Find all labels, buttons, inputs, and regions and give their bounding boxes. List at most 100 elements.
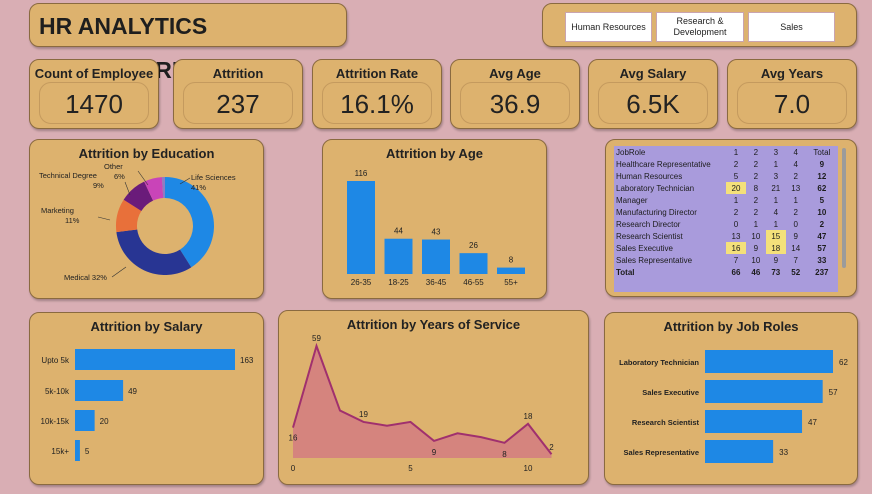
table-cell: 46: [751, 267, 761, 277]
column-header[interactable]: Total: [806, 146, 838, 158]
data-label: 33: [779, 448, 788, 457]
table-cell: 1: [793, 195, 798, 205]
salary-bar: [75, 440, 80, 461]
table-cell: 10: [751, 231, 761, 241]
slice-label: Technical Degree: [39, 171, 97, 180]
data-label: 9: [432, 448, 437, 457]
jobrole-bar: [705, 440, 774, 463]
department-slicer: Human Resources Research & Development S…: [542, 3, 857, 47]
tick-label: Laboratory Technician: [619, 358, 699, 367]
column-header[interactable]: 2: [746, 146, 766, 158]
table-cell: 9: [793, 231, 798, 241]
slicer-human-resources[interactable]: Human Resources: [565, 12, 652, 42]
data-label: 20: [100, 417, 109, 426]
jobrole-matrix: JobRole 1 2 3 4 Total Healthcare Represe…: [614, 146, 838, 292]
slice-label: Marketing: [41, 206, 74, 215]
slice-label: 9%: [93, 181, 104, 190]
table-cell: 7: [793, 255, 798, 265]
age-bar-chart: 116 26-35 44 18-25 43 36-45 26 46-55 8 55+: [347, 169, 525, 287]
table-cell: Laboratory Technician: [616, 183, 695, 193]
tick-label: 55+: [504, 278, 518, 287]
table-cell: 237: [815, 267, 829, 277]
column-header[interactable]: 3: [766, 146, 786, 158]
table-cell: Sales Representative: [616, 255, 693, 265]
kpi-value: 237: [216, 89, 260, 119]
kpi-count-of-employee: Count of Employee 1470: [29, 59, 159, 129]
data-label: 44: [394, 227, 403, 236]
matrix-scrollbar[interactable]: [842, 148, 846, 268]
table-cell: 1: [753, 219, 759, 229]
donut-slice: [116, 229, 192, 275]
table-header-row: JobRole 1 2 3 4 Total: [614, 146, 838, 158]
table-cell: 8: [753, 183, 759, 193]
table-cell: 33: [817, 255, 827, 265]
data-label: 16: [289, 434, 298, 443]
slice-label: 41%: [191, 183, 206, 192]
area-fill: [293, 346, 552, 458]
tick-label: 26-35: [351, 278, 372, 287]
age-bar: [422, 239, 450, 274]
column-header[interactable]: 4: [786, 146, 806, 158]
table-row: Sales Representative 7 10 9 7 33: [614, 254, 838, 266]
table-row: Healthcare Representative 2 2 1 4 9: [614, 158, 838, 170]
table-cell: 2: [733, 159, 739, 169]
data-label: 62: [839, 358, 848, 367]
table-row: Research Director 0 1 1 0 2: [614, 218, 838, 230]
table-cell: 62: [817, 183, 827, 193]
tick-label: Sales Executive: [642, 388, 699, 397]
table-cell: 2: [733, 207, 739, 217]
data-label: 5: [85, 447, 90, 456]
kpi-value: 6.5K: [626, 89, 680, 119]
kpi-label: Avg Salary: [619, 66, 687, 81]
jobrole-bar: [705, 410, 803, 433]
tick-label: 5k-10k: [45, 387, 70, 396]
kpi-value: 1470: [65, 89, 123, 119]
column-header[interactable]: 1: [726, 146, 746, 158]
table-cell: 4: [773, 207, 779, 217]
column-header[interactable]: JobRole: [614, 146, 726, 158]
slicer-sales[interactable]: Sales: [748, 12, 835, 42]
age-bar: [384, 238, 413, 274]
slice-label: 11%: [65, 216, 80, 225]
table-cell: 16: [726, 242, 746, 254]
tick-label: 18-25: [388, 278, 409, 287]
table-cell: 66: [731, 267, 741, 277]
salary-bar: [75, 380, 124, 401]
table-cell: 2: [753, 159, 759, 169]
tick-label: 5: [408, 464, 413, 473]
table-cell: 13: [731, 231, 741, 241]
education-donut-chart: Life Sciences41% Medical 32% Marketing11% T…: [39, 162, 236, 282]
table-cell: 7: [733, 255, 739, 265]
tick-label: 15k+: [51, 447, 69, 456]
table-cell: 14: [791, 243, 801, 253]
slice-label: Life Sciences: [191, 173, 236, 182]
salary-bar: [75, 349, 235, 370]
data-label: 47: [808, 418, 817, 427]
table-cell: 1: [733, 195, 739, 205]
table-cell: 1: [773, 195, 779, 205]
table-cell: 9: [819, 159, 825, 169]
jobroles-chart-card: Attrition by Job Roles 62 Laboratory Tech…: [604, 312, 858, 485]
table-cell: 18: [765, 242, 786, 254]
table-cell: 52: [791, 267, 801, 277]
slicer-research-development[interactable]: Research & Development: [656, 12, 744, 42]
table-cell: 57: [817, 243, 827, 253]
table-cell: 1: [773, 159, 779, 169]
data-label: 18: [524, 412, 533, 421]
title-card: HR ANALYTICS DASHBOARD: [29, 3, 347, 83]
age-chart-card: Attrition by Age 116 26-35 44 18-25 43 36-45 2…: [322, 139, 547, 299]
table-row: Human Resources 5 2 3 2 12: [614, 170, 838, 182]
kpi-value: 16.1%: [340, 89, 414, 119]
slice-label: Medical 32%: [64, 273, 107, 282]
kpi-label: Attrition: [212, 66, 264, 81]
table-cell: 20: [726, 182, 746, 194]
salary-bar-chart: 163 Upto 5k 49 5k-10k 20 10k-15k 5 15k+: [41, 349, 254, 461]
table-cell: 2: [793, 171, 798, 181]
age-bar: [347, 181, 375, 274]
kpi-label: Avg Age: [489, 66, 541, 81]
data-label: 43: [432, 228, 441, 237]
table-cell: 3: [773, 171, 779, 181]
jobrole-bar: [705, 380, 823, 403]
table-cell: Sales Executive: [616, 243, 673, 253]
table-row: Laboratory Technician 20 8 21 13 62: [614, 182, 838, 194]
